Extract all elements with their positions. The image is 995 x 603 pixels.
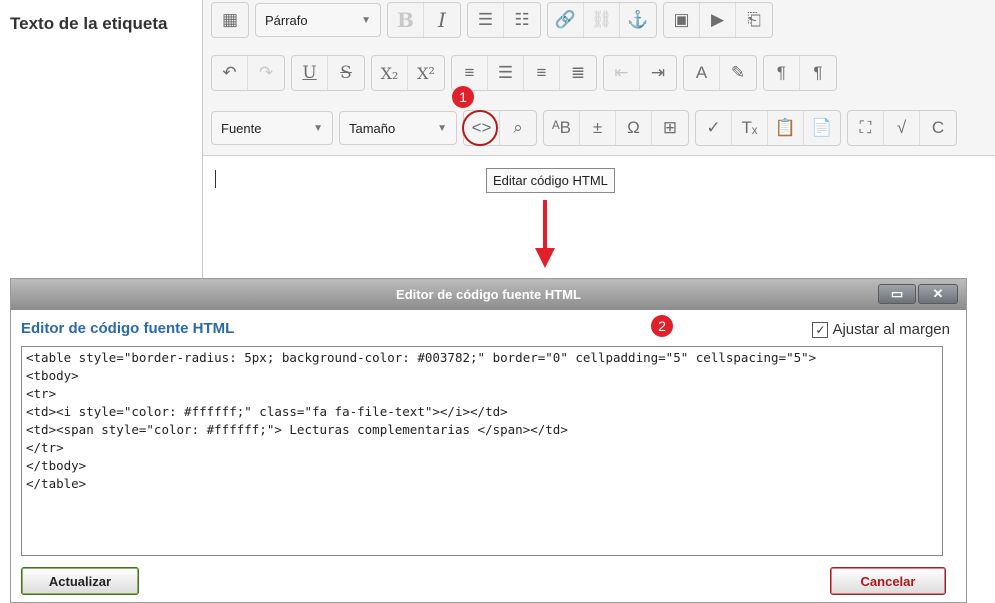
wrap-option[interactable]: ✓ Ajustar al margen [812,321,950,338]
chevron-down-icon: ▼ [361,14,371,26]
ltr-icon[interactable]: ¶ [764,56,800,90]
anchor-icon[interactable]: ⚓ [620,3,656,37]
dialog-heading: Editor de código fuente HTML [21,320,235,337]
cancel-button[interactable]: Cancelar [830,567,946,595]
link-icon[interactable]: 🔗 [548,3,584,37]
italic-icon[interactable]: I [424,3,460,37]
paste-text-icon[interactable]: 📋 [768,111,804,145]
html-source-dialog: Editor de código fuente HTML ▭ ✕ Editor … [10,278,967,603]
media-icon[interactable]: ▶ [700,3,736,37]
paste-word-icon[interactable]: 📄 [804,111,840,145]
chevron-down-icon: ▼ [313,122,323,134]
step-marker-1: 1 [452,86,474,108]
spellcheck-icon[interactable]: C [920,111,956,145]
align-right-icon[interactable]: ≡ [524,56,560,90]
redo-icon[interactable]: ↷ [248,56,284,90]
undo-icon[interactable]: ↶ [212,56,248,90]
background-color-icon[interactable]: ✎ [720,56,756,90]
remove-format-icon[interactable]: Tₓ [732,111,768,145]
underline-icon[interactable]: U [292,56,328,90]
close-button[interactable]: ✕ [918,284,958,304]
fullscreen-icon[interactable]: ⛶ [848,111,884,145]
rtl-icon[interactable]: ¶ [800,56,836,90]
font-family-select[interactable]: Fuente ▼ [211,111,333,145]
wrap-checkbox[interactable]: ✓ [812,321,829,338]
html-code-textarea[interactable]: <table style="border-radius: 5px; backgr… [21,346,943,556]
align-center-icon[interactable]: ☰ [488,56,524,90]
toolbar-row-2: ↶ ↷ U S X₂ X² ≡ ☰ ≡ ≣ ⇤ ⇥ A ✎ ¶ ¶ [211,55,843,91]
find-replace-icon[interactable]: ⌕ [500,111,536,145]
window-icon: ▭ [890,286,904,301]
toolbar-row-3: Fuente ▼ Tamaño ▼ <> ⌕ ᴬB ± Ω ⊞ ✓ Tₓ 📋 📄 ⛶ √ C [211,110,963,146]
clear-format-icon[interactable]: ✓ [696,111,732,145]
step-marker-2: 2 [651,315,673,337]
image-icon[interactable]: ▣ [664,3,700,37]
close-icon: ✕ [932,286,944,301]
check-icon: ✓ [815,322,826,337]
strikethrough-icon[interactable]: S [328,56,364,90]
file-icon[interactable]: ⎗ [736,3,772,37]
update-button[interactable]: Actualizar [21,567,139,595]
special-char-icon[interactable]: Ω [616,111,652,145]
field-label: Texto de la etiqueta [10,14,168,33]
toolbar-row-1: ▦ Párrafo ▼ B I ☰ ☷ 🔗 ⛓ ⚓ ▣ ▶ ⎗ [211,2,779,38]
outdent-icon[interactable]: ⇤ [604,56,640,90]
tooltip: Editar código HTML [486,168,615,193]
paragraph-format-select[interactable]: Párrafo ▼ [255,3,381,37]
insert-icon[interactable]: ± [580,111,616,145]
table-icon[interactable]: ⊞ [652,111,688,145]
dialog-title-bar[interactable]: Editor de código fuente HTML ▭ ✕ [11,279,966,310]
chevron-down-icon: ▼ [437,122,447,134]
justify-icon[interactable]: ≣ [560,56,596,90]
highlight-circle [462,110,498,146]
maximize-button[interactable]: ▭ [878,284,916,304]
font-size-select[interactable]: Tamaño ▼ [339,111,457,145]
bold-icon[interactable]: B [388,3,424,37]
bullet-list-icon[interactable]: ☰ [468,3,504,37]
down-arrow-icon [535,200,555,268]
rich-text-editor[interactable]: ▦ Párrafo ▼ B I ☰ ☷ 🔗 ⛓ ⚓ ▣ ▶ ⎗ ↶ ↷ U S X₂ X² ≡ ☰ ≡ ≣ ⇤ ⇥ A ✎ ¶ ¶… [202,0,995,290]
text-color-icon[interactable]: A [684,56,720,90]
editor-toolbar: ▦ Párrafo ▼ B I ☰ ☷ 🔗 ⛓ ⚓ ▣ ▶ ⎗ ↶ ↷ U S X₂ X² ≡ ☰ ≡ ≣ ⇤ ⇥ A ✎ ¶ ¶… [203,0,995,156]
indent-icon[interactable]: ⇥ [640,56,676,90]
toolbar-toggle-icon[interactable]: ▦ [212,3,248,37]
align-left-icon[interactable]: ≡ [452,56,488,90]
superscript-icon[interactable]: X² [408,56,444,90]
case-icon[interactable]: ᴬB [544,111,580,145]
equation-icon[interactable]: √ [884,111,920,145]
text-cursor [215,170,216,188]
subscript-icon[interactable]: X₂ [372,56,408,90]
unlink-icon[interactable]: ⛓ [584,3,620,37]
numbered-list-icon[interactable]: ☷ [504,3,540,37]
